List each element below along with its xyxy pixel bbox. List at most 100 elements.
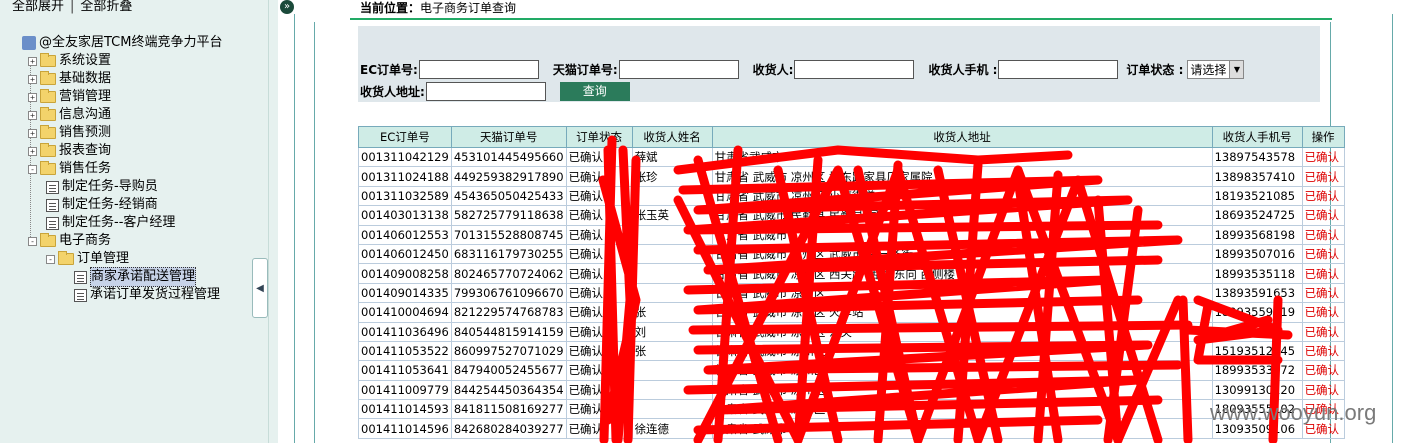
tree-node[interactable]: + 销售预测: [22, 124, 222, 142]
table-cell: 甘肃省 武威市 凉州区 城东路家具厂家属院: [711, 166, 1213, 187]
tree-node[interactable]: + 报表查询: [22, 142, 222, 160]
expand-icon[interactable]: +: [28, 74, 37, 84]
confirm-action-link[interactable]: 已确认: [1301, 282, 1345, 304]
tree-node[interactable]: @全友家居TCM终端竞争力平台: [22, 34, 222, 52]
frame-border-right: [1392, 14, 1393, 443]
tree-node-label: @全友家居TCM终端竞争力平台: [39, 35, 223, 50]
column-header[interactable]: 操作: [1301, 126, 1345, 148]
toggle-arrow-icon[interactable]: »: [280, 0, 294, 14]
table-row: 001411009779 844254450364354 已确认 甘肃省 武威市 凉州…: [358, 379, 1345, 401]
tree-node[interactable]: - 电子商务: [22, 232, 222, 250]
table-cell: 甘肃省 武威市 凉州区 火车站: [711, 302, 1213, 323]
order-status-select[interactable]: 请选择 ▼: [1187, 60, 1245, 79]
tree-node[interactable]: 商家承诺配送管理: [22, 267, 222, 287]
confirm-action-link[interactable]: 已确认: [1301, 205, 1345, 226]
tree-node[interactable]: + 系统设置: [22, 52, 222, 70]
tmall-order-input[interactable]: [618, 60, 739, 79]
receiver-phone-input[interactable]: [998, 60, 1119, 79]
panel-border-left: [314, 22, 315, 443]
table-cell: 已确认: [565, 418, 633, 439]
separator: |: [70, 0, 75, 14]
folder-icon: [40, 89, 56, 103]
tree-node[interactable]: 制定任务-经销商: [22, 196, 222, 214]
query-button[interactable]: 查询: [559, 82, 630, 101]
search-row-2: 收货人地址: 查询: [360, 82, 630, 101]
folder-icon: [58, 251, 74, 265]
tree-node[interactable]: - 销售任务: [22, 160, 222, 178]
column-header[interactable]: 收货人地址: [711, 126, 1213, 148]
confirm-action-link[interactable]: 已确认: [1301, 379, 1345, 401]
expand-all-link[interactable]: 全部展开: [12, 0, 64, 14]
main-content: » 当前位置：电子商务订单查询 EC订单号: 天猫订单号: 收货人: 收货人手机…: [278, 0, 1418, 443]
table-cell: 已确认: [565, 263, 633, 284]
tree-node[interactable]: - 订单管理: [22, 250, 222, 268]
column-header[interactable]: EC订单号: [358, 126, 452, 148]
column-header[interactable]: 天猫订单号: [450, 126, 567, 148]
table-cell: 683116179730255: [450, 243, 567, 265]
page: 全部展开 | 全部折叠 @全友家居TCM终端竞争力平台 + 系统设置 + 基础数据 + 营销管理…: [0, 0, 1418, 443]
expand-icon[interactable]: +: [28, 110, 37, 120]
column-header[interactable]: 收货人姓名: [631, 126, 713, 148]
tree-node[interactable]: + 营销管理: [22, 88, 222, 106]
ec-order-input[interactable]: [418, 60, 539, 79]
table-cell: 799306761096670: [450, 282, 567, 304]
splitter[interactable]: [268, 0, 278, 443]
table-cell: 18693524725: [1211, 205, 1303, 226]
confirm-action-link[interactable]: 已确认: [1301, 243, 1345, 265]
document-icon: [74, 270, 87, 284]
table-cell: 18993559819: [1211, 302, 1303, 323]
tree-node-label: 营销管理: [59, 89, 112, 104]
table-cell: 001409014335: [358, 282, 452, 304]
tree-node[interactable]: + 信息沟通: [22, 106, 222, 124]
confirm-action-link[interactable]: 已确认: [1301, 321, 1345, 342]
table-cell: 453101445495660: [450, 146, 567, 168]
table-cell: 18993533072: [1211, 360, 1303, 381]
collapse-all-link[interactable]: 全部折叠: [80, 0, 132, 14]
table-cell: 已确认: [565, 166, 633, 187]
receiver-label: 收货人:: [752, 63, 794, 77]
expand-icon[interactable]: +: [28, 92, 37, 102]
column-header[interactable]: 订单状态: [565, 126, 633, 148]
tree-controls: 全部展开 | 全部折叠: [0, 0, 268, 18]
collapse-icon[interactable]: -: [28, 164, 37, 174]
collapse-sidebar-button[interactable]: ◀: [252, 258, 268, 318]
tree-node-label: 商家承诺配送管理: [90, 267, 197, 287]
tree-node[interactable]: + 基础数据: [22, 70, 222, 88]
folder-icon: [40, 53, 56, 67]
confirm-action-link[interactable]: 已确认: [1301, 146, 1345, 168]
tree-node[interactable]: 制定任务-导购员: [22, 178, 222, 196]
tree-node[interactable]: 承诺订单发货过程管理: [22, 286, 222, 304]
table-cell: 18993535118: [1211, 263, 1303, 284]
confirm-action-link[interactable]: 已确认: [1301, 360, 1345, 381]
column-header[interactable]: 收货人手机号: [1211, 126, 1303, 148]
expand-icon[interactable]: +: [28, 146, 37, 156]
receiver-input[interactable]: [794, 60, 915, 79]
confirm-action-link[interactable]: 已确认: [1301, 263, 1345, 284]
address-input[interactable]: [425, 82, 546, 101]
table-cell: [631, 360, 713, 381]
folder-icon: [40, 143, 56, 157]
expand-icon[interactable]: +: [28, 56, 37, 66]
confirm-action-link[interactable]: 已确认: [1301, 185, 1345, 207]
table-cell: 841811508169277: [450, 399, 567, 420]
table-cell: 已确认: [565, 379, 633, 401]
table-cell: 701315528808745: [450, 224, 567, 245]
expand-icon[interactable]: +: [28, 128, 37, 138]
folder-icon: [40, 233, 56, 247]
table-cell: 001311024188: [358, 166, 452, 187]
document-icon: [46, 198, 59, 212]
collapse-icon[interactable]: -: [28, 236, 37, 246]
tree-node-label: 订单管理: [77, 251, 130, 266]
confirm-action-link[interactable]: 已确认: [1301, 302, 1345, 323]
tree-node[interactable]: 制定任务--客户经理: [22, 214, 222, 232]
table-cell: [631, 263, 713, 284]
confirm-action-link[interactable]: 已确认: [1301, 166, 1345, 187]
table-cell: 001406012450: [358, 243, 452, 265]
table-cell: 844254450364354: [450, 379, 567, 401]
confirm-action-link[interactable]: 已确认: [1301, 224, 1345, 245]
confirm-action-link[interactable]: 已确认: [1301, 340, 1345, 362]
table-cell: 薛斌: [631, 146, 713, 168]
collapse-icon[interactable]: -: [46, 254, 55, 264]
table-cell: 甘肃省武威市: [711, 146, 1213, 168]
frame-border-left: [294, 14, 295, 443]
